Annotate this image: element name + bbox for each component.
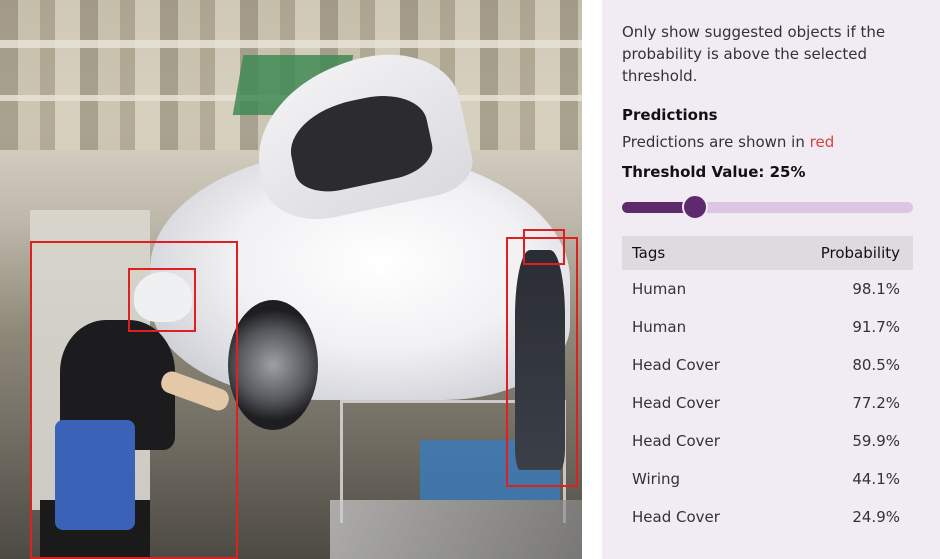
tag-cell: Head Cover — [632, 508, 720, 526]
threshold-label-text: Threshold Value: — [622, 163, 770, 181]
tag-cell: Head Cover — [632, 356, 720, 374]
bbox-head-cover-2[interactable] — [523, 229, 565, 265]
tag-cell: Human — [632, 280, 687, 298]
floor-equipment — [330, 500, 582, 559]
bbox-human-2[interactable] — [506, 237, 578, 487]
detection-image — [0, 0, 582, 559]
threshold-label: Threshold Value: 25% — [622, 163, 913, 181]
predictions-table: Tags Probability Human 98.1% Human 91.7%… — [622, 236, 913, 536]
tag-cell: Human — [632, 318, 687, 336]
table-row[interactable]: Human 98.1% — [622, 270, 913, 308]
probability-cell: 80.5% — [852, 356, 900, 374]
table-row[interactable]: Head Cover 59.9% — [622, 422, 913, 460]
table-row[interactable]: Wiring 44.1% — [622, 460, 913, 498]
probability-cell: 98.1% — [852, 280, 900, 298]
slider-thumb[interactable] — [682, 194, 708, 220]
car-wheel — [228, 300, 318, 430]
predictions-panel: Only show suggested objects if the proba… — [602, 0, 940, 559]
threshold-slider[interactable] — [622, 194, 913, 220]
table-row[interactable]: Head Cover 77.2% — [622, 384, 913, 422]
predictions-note-text: Predictions are shown in — [622, 133, 810, 151]
tag-cell: Wiring — [632, 470, 681, 488]
table-row[interactable]: Head Cover 80.5% — [622, 346, 913, 384]
probability-cell: 59.9% — [852, 432, 900, 450]
bbox-head-cover-1[interactable] — [128, 268, 196, 332]
threshold-info-text: Only show suggested objects if the proba… — [622, 23, 886, 85]
tag-cell: Head Cover — [632, 394, 720, 412]
tags-column-header[interactable]: Tags — [622, 236, 772, 270]
threshold-value: 25% — [769, 163, 806, 181]
probability-cell: 77.2% — [852, 394, 900, 412]
table-header-row: Tags Probability — [622, 236, 913, 270]
ceiling-beam — [0, 40, 582, 48]
probability-column-header[interactable]: Probability — [771, 236, 913, 270]
probability-cell: 91.7% — [852, 318, 900, 336]
predictions-note-color-word: red — [809, 133, 835, 151]
predictions-note: Predictions are shown in red — [622, 133, 913, 151]
probability-cell: 24.9% — [852, 508, 900, 526]
predictions-heading: Predictions — [622, 106, 718, 124]
tag-cell: Head Cover — [632, 432, 720, 450]
table-row[interactable]: Head Cover 24.9% — [622, 498, 913, 536]
probability-cell: 44.1% — [852, 470, 900, 488]
table-row[interactable]: Human 91.7% — [622, 308, 913, 346]
